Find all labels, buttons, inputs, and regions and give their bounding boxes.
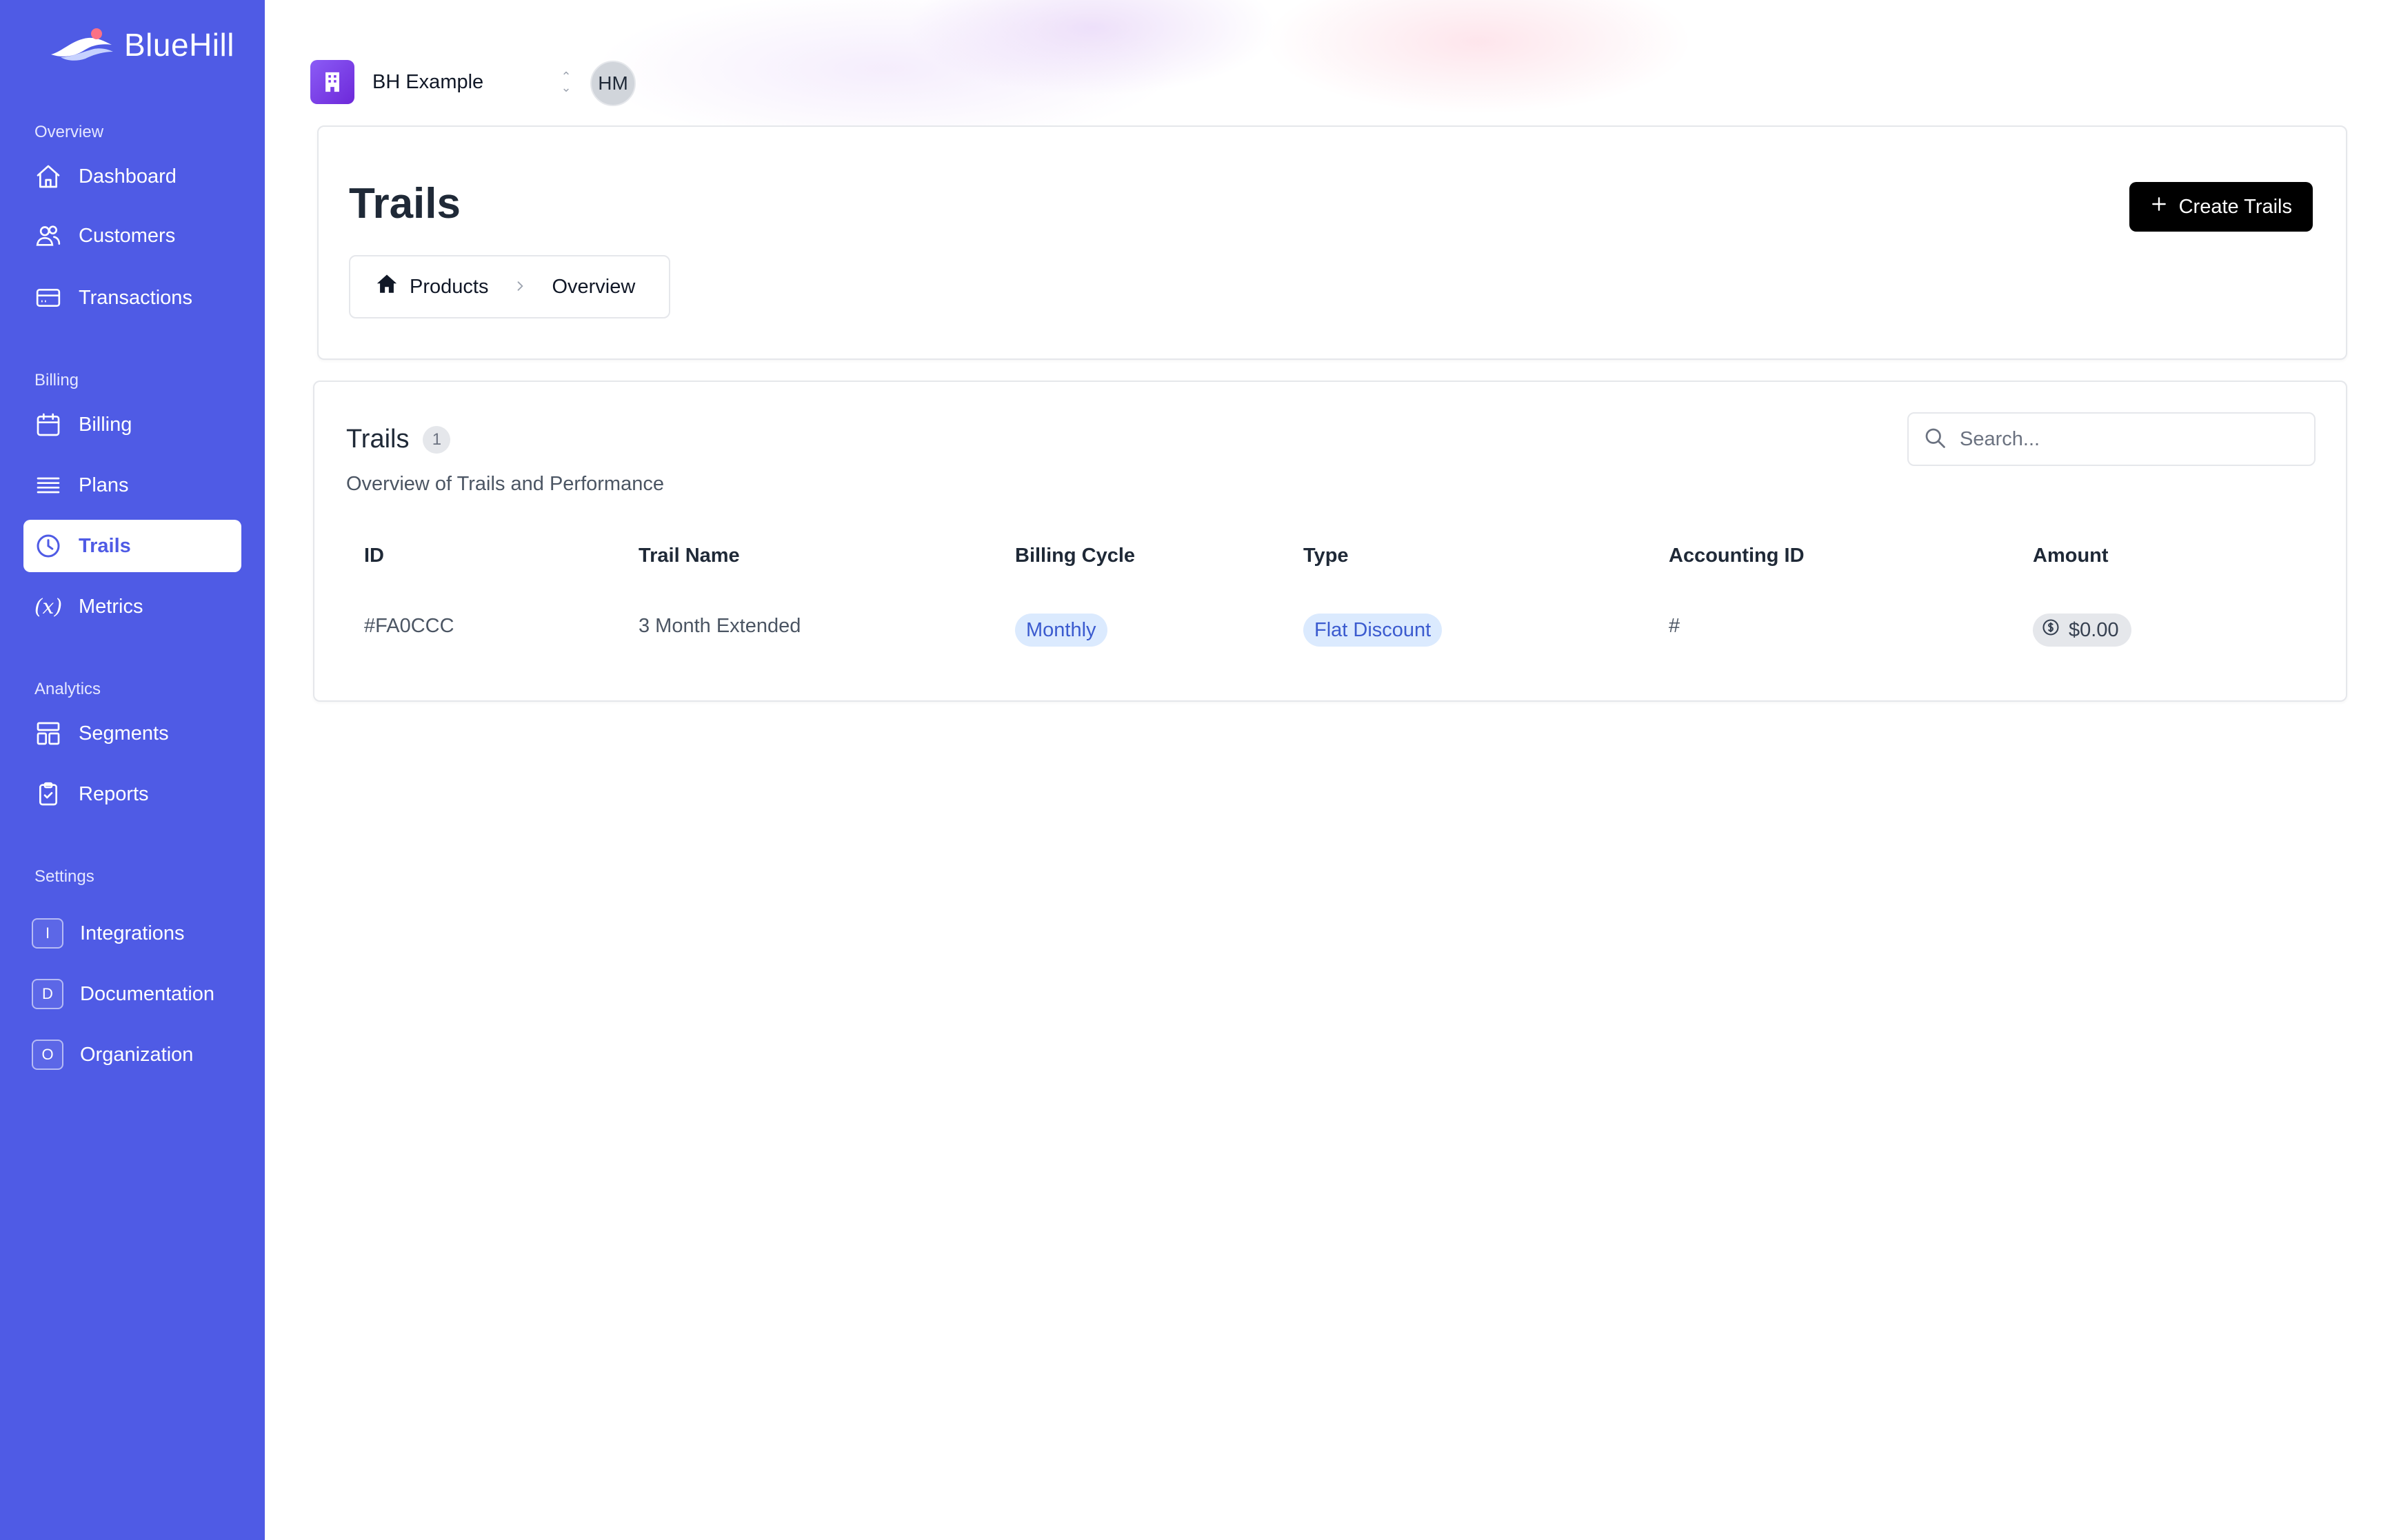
billing-cycle-badge: Monthly: [1015, 614, 1107, 647]
brand-logo[interactable]: BlueHill: [48, 21, 234, 69]
bluehill-logo-icon: [51, 28, 113, 61]
column-header-amount[interactable]: Amount: [2033, 545, 2109, 567]
amount-value: $0.00: [2069, 618, 2119, 641]
top-gradient-background: [265, 0, 2390, 131]
create-trails-label: Create Trails: [2178, 195, 2292, 218]
sidebar-item-label: Customers: [79, 224, 176, 247]
table-title-row: Trails 1: [346, 425, 451, 454]
column-header-trail-name[interactable]: Trail Name: [639, 545, 740, 567]
integrations-letter-icon: I: [32, 918, 63, 949]
organization-switcher[interactable]: BH Example ⌃ ⌄: [310, 59, 576, 105]
sidebar: BlueHill Overview Dashboard Customers Tr…: [0, 0, 265, 1540]
column-header-type[interactable]: Type: [1303, 545, 1349, 567]
dollar-circle-icon: [2041, 618, 2060, 642]
sidebar-item-label: Billing: [79, 413, 132, 436]
sidebar-item-label: Segments: [79, 722, 169, 744]
clipboard-icon: [34, 780, 62, 808]
clock-icon: [34, 532, 62, 560]
chevron-right-icon: [513, 276, 527, 298]
building-icon: [310, 60, 354, 104]
sidebar-item-billing[interactable]: Billing: [23, 398, 241, 451]
sidebar-item-transactions[interactable]: Transactions: [23, 272, 241, 324]
sidebar-item-label: Documentation: [80, 982, 215, 1005]
sidebar-item-dashboard[interactable]: Dashboard: [23, 150, 241, 203]
trails-table-card: Trails 1 Overview of Trails and Performa…: [313, 381, 2347, 702]
sidebar-item-integrations[interactable]: I Integrations: [23, 907, 241, 960]
table-subtitle: Overview of Trails and Performance: [346, 473, 664, 495]
sidebar-item-documentation[interactable]: D Documentation: [23, 968, 241, 1020]
credit-card-icon: [34, 284, 62, 312]
sidebar-item-plans[interactable]: Plans: [23, 459, 241, 511]
organization-name: BH Example: [372, 70, 484, 93]
home-icon: [34, 163, 62, 190]
page-header-card: Trails Create Trails Products Overview: [317, 125, 2347, 360]
section-label-analytics: Analytics: [34, 680, 101, 698]
users-icon: [34, 222, 62, 250]
sidebar-item-segments[interactable]: Segments: [23, 707, 241, 760]
search-box[interactable]: [1907, 412, 2316, 466]
sidebar-item-metrics[interactable]: (x) Metrics: [23, 580, 241, 633]
chevron-up-down-icon: ⌃ ⌄: [561, 70, 572, 94]
column-header-id[interactable]: ID: [364, 545, 384, 567]
sidebar-item-label: Transactions: [79, 286, 192, 309]
section-label-overview: Overview: [34, 123, 104, 141]
search-icon: [1922, 425, 1947, 454]
calendar-icon: [34, 411, 62, 438]
home-icon[interactable]: [375, 272, 399, 301]
count-badge: 1: [423, 425, 451, 454]
sidebar-item-reports[interactable]: Reports: [23, 768, 241, 820]
section-label-billing: Billing: [34, 371, 79, 389]
type-badge: Flat Discount: [1303, 614, 1443, 647]
sidebar-item-label: Reports: [79, 782, 149, 805]
sidebar-item-label: Trails: [79, 534, 131, 557]
sidebar-item-label: Metrics: [79, 595, 143, 618]
column-header-billing-cycle[interactable]: Billing Cycle: [1015, 545, 1135, 567]
sidebar-item-trails[interactable]: Trails: [23, 520, 241, 572]
organization-letter-icon: O: [32, 1040, 63, 1070]
brand-name: BlueHill: [124, 27, 234, 63]
sidebar-item-customers[interactable]: Customers: [23, 210, 241, 262]
sidebar-item-organization[interactable]: O Organization: [23, 1029, 241, 1081]
table-title: Trails: [346, 425, 410, 454]
cell-accounting-id: #: [1669, 615, 1680, 637]
cell-trail-name: 3 Month Extended: [639, 615, 801, 637]
sidebar-item-label: Organization: [80, 1043, 194, 1066]
function-icon: (x): [34, 594, 63, 619]
sidebar-item-label: Dashboard: [79, 165, 177, 188]
breadcrumb-item-overview[interactable]: Overview: [552, 276, 635, 298]
cell-id: #FA0CCC: [364, 615, 454, 637]
breadcrumb-item-products[interactable]: Products: [410, 276, 488, 298]
page-title: Trails: [349, 180, 461, 227]
sidebar-item-label: Integrations: [80, 922, 185, 944]
amount-badge: $0.00: [2033, 614, 2131, 647]
column-header-accounting-id[interactable]: Accounting ID: [1669, 545, 1805, 567]
list-icon: [34, 472, 62, 499]
plus-icon: [2150, 195, 2168, 219]
breadcrumb: Products Overview: [349, 255, 670, 318]
sidebar-item-label: Plans: [79, 474, 129, 496]
documentation-letter-icon: D: [32, 979, 63, 1009]
layout-icon: [34, 720, 62, 747]
section-label-settings: Settings: [34, 867, 94, 886]
user-avatar[interactable]: HM: [590, 61, 636, 106]
create-trails-button[interactable]: Create Trails: [2129, 182, 2313, 232]
search-input[interactable]: [1960, 427, 2291, 451]
